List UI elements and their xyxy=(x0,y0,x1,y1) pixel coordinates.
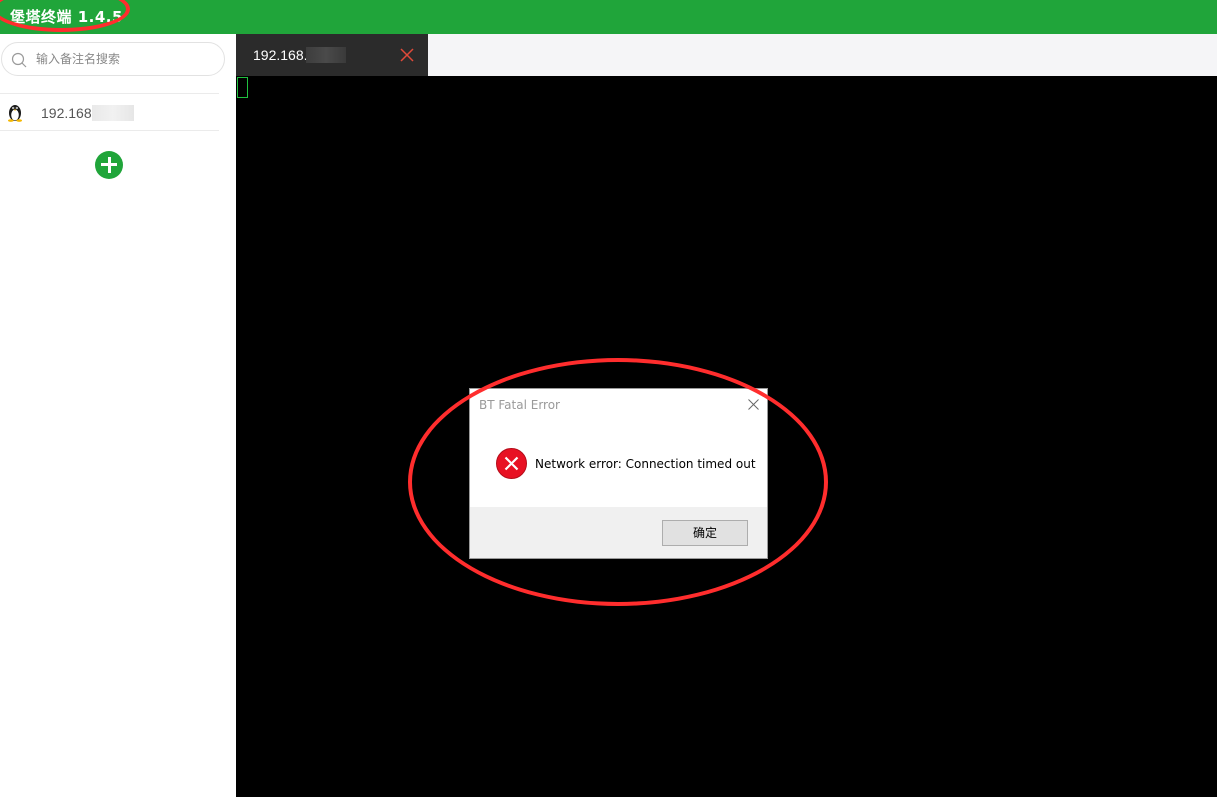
close-icon[interactable] xyxy=(400,48,414,62)
error-dialog: BT Fatal Error Network error: Connection… xyxy=(469,388,768,559)
dialog-message: Network error: Connection timed out xyxy=(535,457,756,471)
redacted-mask xyxy=(306,47,346,63)
dialog-title: BT Fatal Error xyxy=(479,398,560,412)
server-list-item[interactable]: 192.168 xyxy=(0,93,219,131)
server-list: 192.168 xyxy=(0,93,219,131)
dialog-footer: 确定 xyxy=(470,507,767,558)
close-icon[interactable] xyxy=(748,399,759,410)
sidebar: 192.168 xyxy=(0,34,236,797)
app-title: 堡塔终端 1.4.5 xyxy=(10,8,123,26)
redacted-mask xyxy=(92,105,134,121)
error-x-icon xyxy=(496,448,527,479)
tab-session[interactable]: 192.168. xyxy=(236,34,428,76)
add-server-button[interactable] xyxy=(95,151,123,179)
title-bar: 堡塔终端 1.4.5 xyxy=(0,0,1217,34)
search-box[interactable] xyxy=(1,42,225,76)
tab-bar: 192.168. xyxy=(236,34,1217,76)
server-ip-label: 192.168 xyxy=(41,105,92,121)
search-input[interactable] xyxy=(36,49,216,69)
search-icon xyxy=(11,52,27,68)
terminal-cursor xyxy=(237,77,248,98)
linux-penguin-icon xyxy=(8,105,22,122)
tab-label: 192.168. xyxy=(253,47,308,63)
ok-button[interactable]: 确定 xyxy=(662,520,748,546)
